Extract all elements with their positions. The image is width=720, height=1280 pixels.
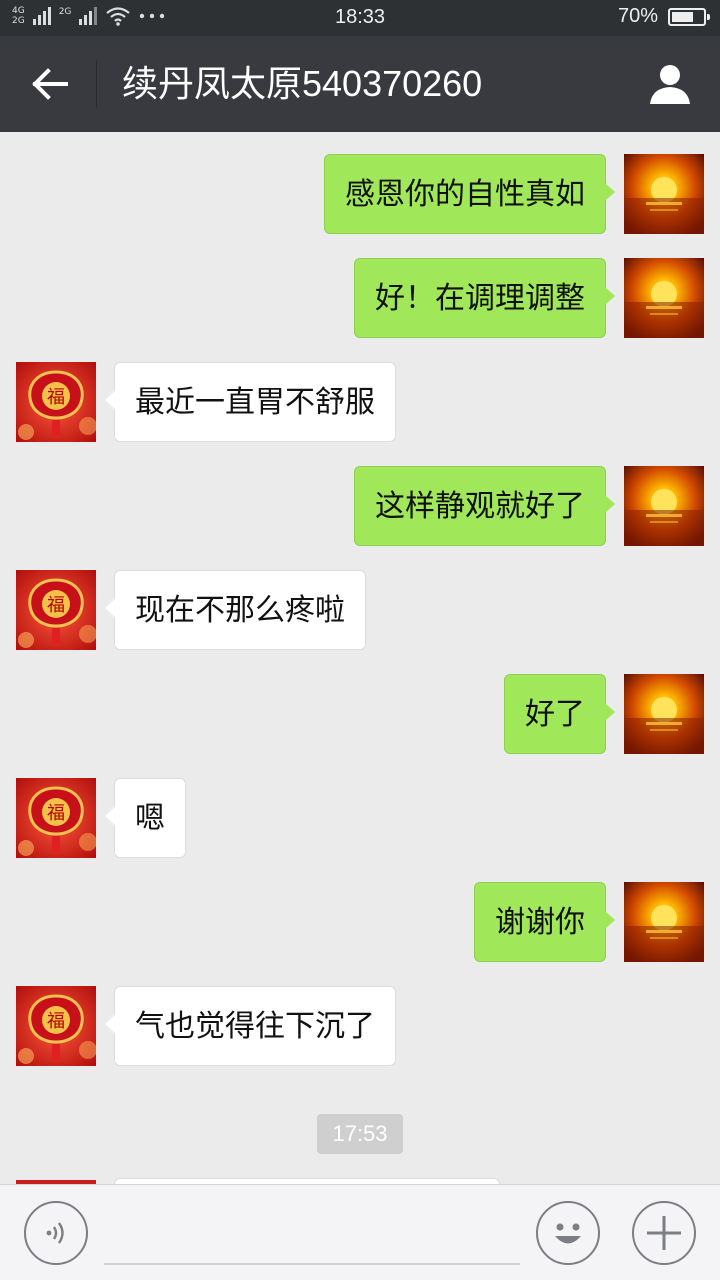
message-row: 好！在调理调整 (0, 258, 720, 338)
status-bar: 4G 2G 2G 18:33 70% (0, 0, 720, 36)
battery-icon (668, 7, 710, 26)
sunset-avatar[interactable] (624, 154, 704, 234)
profile-icon (650, 65, 690, 104)
svg-text:福: 福 (47, 803, 65, 824)
fu-avatar[interactable]: 福 (16, 570, 96, 650)
message-row: 福 嗯 (0, 778, 720, 858)
svg-text:福: 福 (47, 387, 65, 408)
battery-level-fill (672, 11, 693, 22)
battery-percent: 70% (617, 5, 658, 27)
back-arrow-icon (32, 68, 68, 100)
message-bubble-outgoing[interactable]: 这样静观就好了 (354, 466, 615, 546)
svg-text:福: 福 (47, 595, 65, 616)
chat-header: 续丹凤太原540370260 (0, 36, 720, 132)
message-bubble-outgoing[interactable]: 好了 (504, 674, 615, 754)
message-input[interactable] (104, 1201, 520, 1265)
fu-avatar[interactable]: 福 (16, 986, 96, 1066)
message-list[interactable]: 感恩你的自性真如 好！在调理调整 福 最近一直胃不舒服 这样静观就好了 福 现在… (0, 132, 720, 1184)
profile-button[interactable] (642, 60, 698, 108)
voice-button[interactable] (24, 1201, 88, 1265)
message-bubble-incoming[interactable]: 嗯 (105, 778, 186, 858)
message-bubble-outgoing[interactable]: 好！在调理调整 (354, 258, 615, 338)
voice-icon (46, 1222, 64, 1244)
message-row: 这样静观就好了 (0, 466, 720, 546)
message-row: 福 现在不那么疼啦 (0, 570, 720, 650)
message-row: 谢谢你 (0, 882, 720, 962)
emoji-button[interactable] (536, 1201, 600, 1265)
fu-avatar[interactable]: 福 (16, 778, 96, 858)
header-divider (96, 60, 97, 108)
sunset-avatar[interactable] (624, 674, 704, 754)
message-bubble-incoming[interactable]: 最近一直胃不舒服 (105, 362, 396, 442)
message-row: 福 最近一直胃不舒服 (0, 362, 720, 442)
emoji-icon (555, 1223, 581, 1244)
sunset-avatar[interactable] (624, 258, 704, 338)
back-button[interactable] (22, 60, 78, 108)
message-row: 福 气也觉得往下沉了 (0, 986, 720, 1066)
time-separator: 17:53 (317, 1114, 403, 1154)
input-bar (0, 1184, 720, 1280)
message-bubble-outgoing[interactable]: 谢谢你 (474, 882, 615, 962)
message-bubble-incoming[interactable]: 气也觉得往下沉了 (105, 986, 396, 1066)
plus-icon (647, 1216, 681, 1250)
message-bubble-outgoing[interactable]: 感恩你的自性真如 (324, 154, 615, 234)
sunset-avatar[interactable] (624, 466, 704, 546)
svg-text:福: 福 (47, 1011, 65, 1032)
message-bubble-incoming[interactable]: 现在不那么疼啦 (105, 570, 366, 650)
plus-button[interactable] (632, 1201, 696, 1265)
message-row: 感恩你的自性真如 (0, 154, 720, 234)
message-row: 好了 (0, 674, 720, 754)
sunset-avatar[interactable] (624, 882, 704, 962)
status-right: 70% (617, 5, 710, 28)
chat-title: 续丹凤太原540370260 (122, 63, 483, 104)
status-time: 18:33 (334, 6, 386, 28)
fu-avatar[interactable]: 福 (16, 362, 96, 442)
